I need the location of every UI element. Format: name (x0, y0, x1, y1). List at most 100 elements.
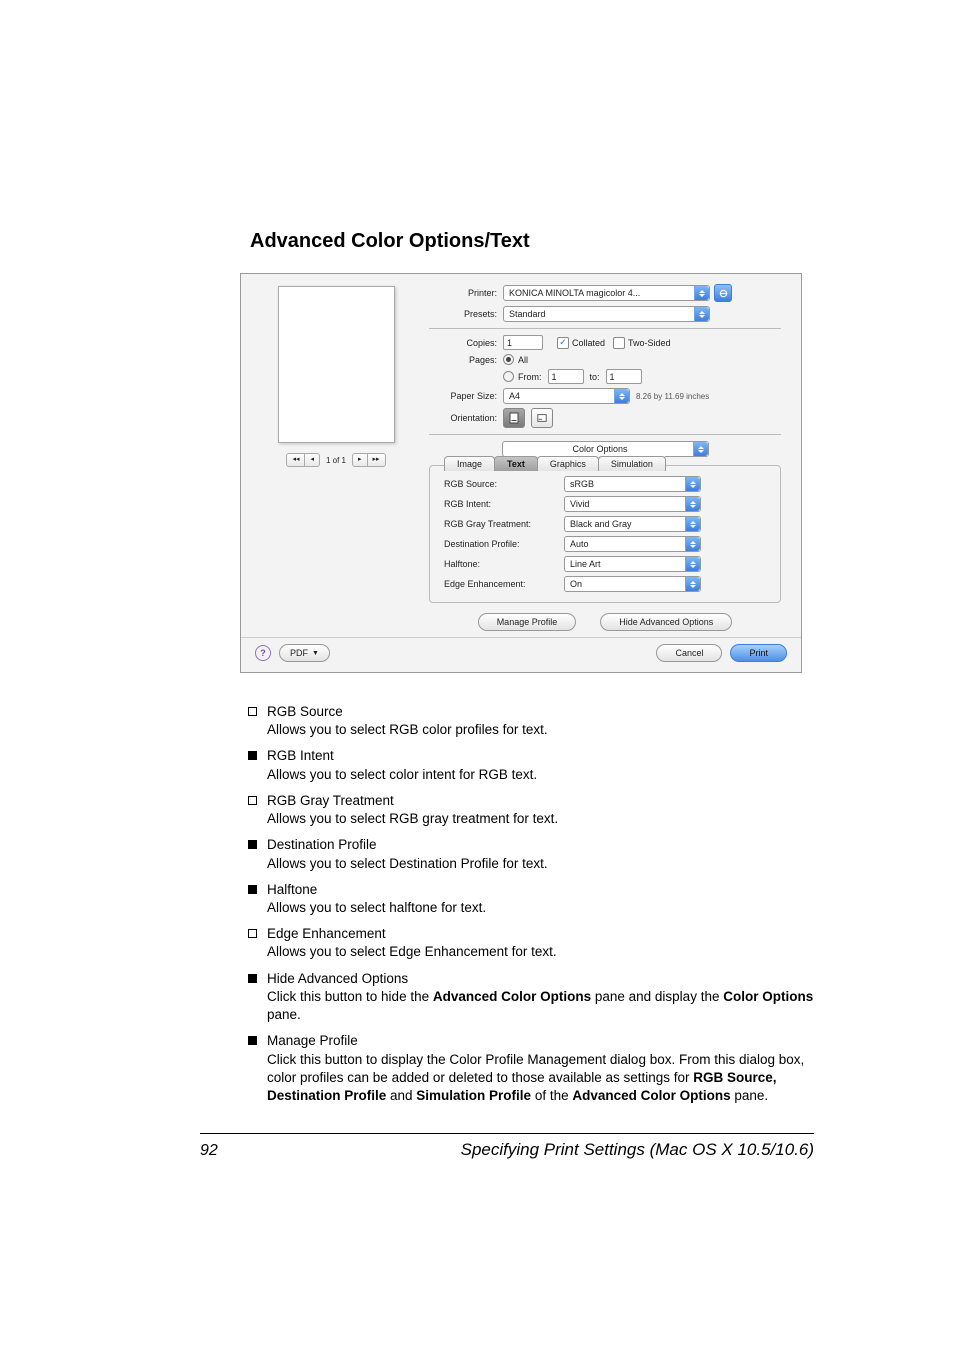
rgb-intent-select[interactable]: Vivid (564, 496, 701, 512)
pages-from-label: From: (518, 372, 542, 382)
item-title: Manage Profile (267, 1032, 814, 1050)
presets-select[interactable]: Standard (503, 306, 710, 322)
list-item: Edge EnhancementAllows you to select Edg… (248, 925, 814, 961)
chevron-updown-icon (685, 557, 700, 571)
printer-label: Printer: (429, 288, 503, 298)
pages-range-radio[interactable] (503, 371, 514, 382)
dialog-left-pane: ◂◂ ◂ 1 of 1 ▸ ▸▸ (261, 284, 411, 631)
printer-status-button[interactable] (714, 284, 732, 302)
item-title: RGB Source (267, 703, 814, 721)
pager-next-group[interactable]: ▸ ▸▸ (352, 453, 386, 467)
footer-rule (200, 1133, 814, 1134)
printer-select[interactable]: KONICA MINOLTA magicolor 4... (503, 285, 710, 301)
pages-all-radio[interactable] (503, 354, 514, 365)
printer-value: KONICA MINOLTA magicolor 4... (509, 288, 694, 298)
item-title: Edge Enhancement (267, 925, 814, 943)
print-dialog: ◂◂ ◂ 1 of 1 ▸ ▸▸ Printer: KONICA MINOLTA… (240, 273, 802, 673)
item-title: RGB Gray Treatment (267, 792, 814, 810)
cancel-button[interactable]: Cancel (656, 644, 722, 662)
square-bullet-icon (248, 929, 257, 938)
prev-page-icon: ◂ (305, 454, 319, 466)
item-text: Allows you to select Destination Profile… (267, 855, 814, 873)
rgb-gray-label: RGB Gray Treatment: (444, 519, 564, 529)
item-title: Hide Advanced Options (267, 970, 814, 988)
orientation-label: Orientation: (429, 413, 503, 423)
rgb-source-select[interactable]: sRGB (564, 476, 701, 492)
list-item: Hide Advanced OptionsClick this button t… (248, 970, 814, 1025)
item-text: Click this button to hide the Advanced C… (267, 988, 814, 1024)
edge-enh-label: Edge Enhancement: (444, 579, 564, 589)
page-footer: 92 Specifying Print Settings (Mac OS X 1… (200, 1140, 814, 1160)
papersize-value: A4 (509, 391, 614, 401)
hide-advanced-button[interactable]: Hide Advanced Options (600, 613, 732, 631)
collated-label: Collated (572, 338, 605, 348)
tab-text[interactable]: Text (494, 456, 538, 471)
chevron-down-icon: ▼ (312, 650, 319, 657)
rgb-gray-select[interactable]: Black and Gray (564, 516, 701, 532)
orientation-portrait-button[interactable] (503, 408, 525, 428)
chevron-updown-icon (685, 477, 700, 491)
chevron-updown-icon (694, 286, 709, 300)
manage-profile-button[interactable]: Manage Profile (478, 613, 577, 631)
item-title: Destination Profile (267, 836, 814, 854)
pages-label: Pages: (429, 355, 503, 365)
tab-simulation[interactable]: Simulation (598, 456, 666, 471)
rgb-source-label: RGB Source: (444, 479, 564, 489)
tabs: Image Text Graphics Simulation (444, 456, 665, 471)
item-text: Allows you to select color intent for RG… (267, 766, 814, 784)
pager-text: 1 of 1 (326, 456, 346, 465)
first-page-icon: ◂◂ (287, 454, 305, 466)
papersize-select[interactable]: A4 (503, 388, 630, 404)
portrait-icon (509, 412, 519, 424)
pages-to-label: to: (590, 372, 600, 382)
presets-value: Standard (509, 309, 694, 319)
twosided-label: Two-Sided (628, 338, 671, 348)
square-bullet-icon (248, 1036, 257, 1045)
square-bullet-icon (248, 751, 257, 760)
next-page-icon: ▸ (353, 454, 368, 466)
copies-label: Copies: (429, 338, 503, 348)
list-item: HalftoneAllows you to select halftone fo… (248, 881, 814, 917)
square-bullet-icon (248, 707, 257, 716)
print-button[interactable]: Print (730, 644, 787, 662)
tab-image[interactable]: Image (444, 456, 495, 471)
papersize-label: Paper Size: (429, 391, 503, 401)
item-text: Allows you to select RGB color profiles … (267, 721, 814, 739)
chevron-updown-icon (694, 307, 709, 321)
tab-graphics[interactable]: Graphics (537, 456, 599, 471)
list-item: RGB IntentAllows you to select color int… (248, 747, 814, 783)
document-page: Advanced Color Options/Text ◂◂ ◂ 1 of 1 … (0, 0, 954, 1350)
chevron-updown-icon (614, 389, 629, 403)
chevron-updown-icon (685, 577, 700, 591)
list-item: Manage ProfileClick this button to displ… (248, 1032, 814, 1105)
twosided-checkbox[interactable]: Two-Sided (613, 337, 671, 349)
item-text: Allows you to select Edge Enhancement fo… (267, 943, 814, 961)
papersize-hint: 8.26 by 11.69 inches (636, 392, 709, 401)
rgb-intent-label: RGB Intent: (444, 499, 564, 509)
orientation-landscape-button[interactable] (531, 408, 553, 428)
dest-profile-select[interactable]: Auto (564, 536, 701, 552)
last-page-icon: ▸▸ (368, 454, 385, 466)
copies-input[interactable]: 1 (503, 335, 543, 350)
pages-to-input[interactable]: 1 (606, 369, 642, 384)
pager-prev-group[interactable]: ◂◂ ◂ (286, 453, 320, 467)
chevron-updown-icon (693, 442, 708, 456)
pdf-button[interactable]: PDF ▼ (279, 644, 330, 662)
collated-checkbox[interactable]: ✓ Collated (557, 337, 605, 349)
pages-from-input[interactable]: 1 (548, 369, 584, 384)
help-icon[interactable]: ? (255, 645, 271, 661)
dialog-right-pane: Printer: KONICA MINOLTA magicolor 4... P… (429, 284, 781, 631)
square-bullet-icon (248, 974, 257, 983)
list-item: RGB SourceAllows you to select RGB color… (248, 703, 814, 739)
halftone-select[interactable]: Line Art (564, 556, 701, 572)
section-select[interactable]: Color Options (502, 441, 709, 457)
edge-enh-select[interactable]: On (564, 576, 701, 592)
chevron-updown-icon (685, 517, 700, 531)
item-text: Click this button to display the Color P… (267, 1051, 814, 1106)
chevron-updown-icon (685, 537, 700, 551)
square-bullet-icon (248, 796, 257, 805)
square-bullet-icon (248, 840, 257, 849)
copies-value: 1 (507, 338, 512, 348)
item-text: Allows you to select halftone for text. (267, 899, 814, 917)
check-icon: ✓ (559, 338, 567, 347)
